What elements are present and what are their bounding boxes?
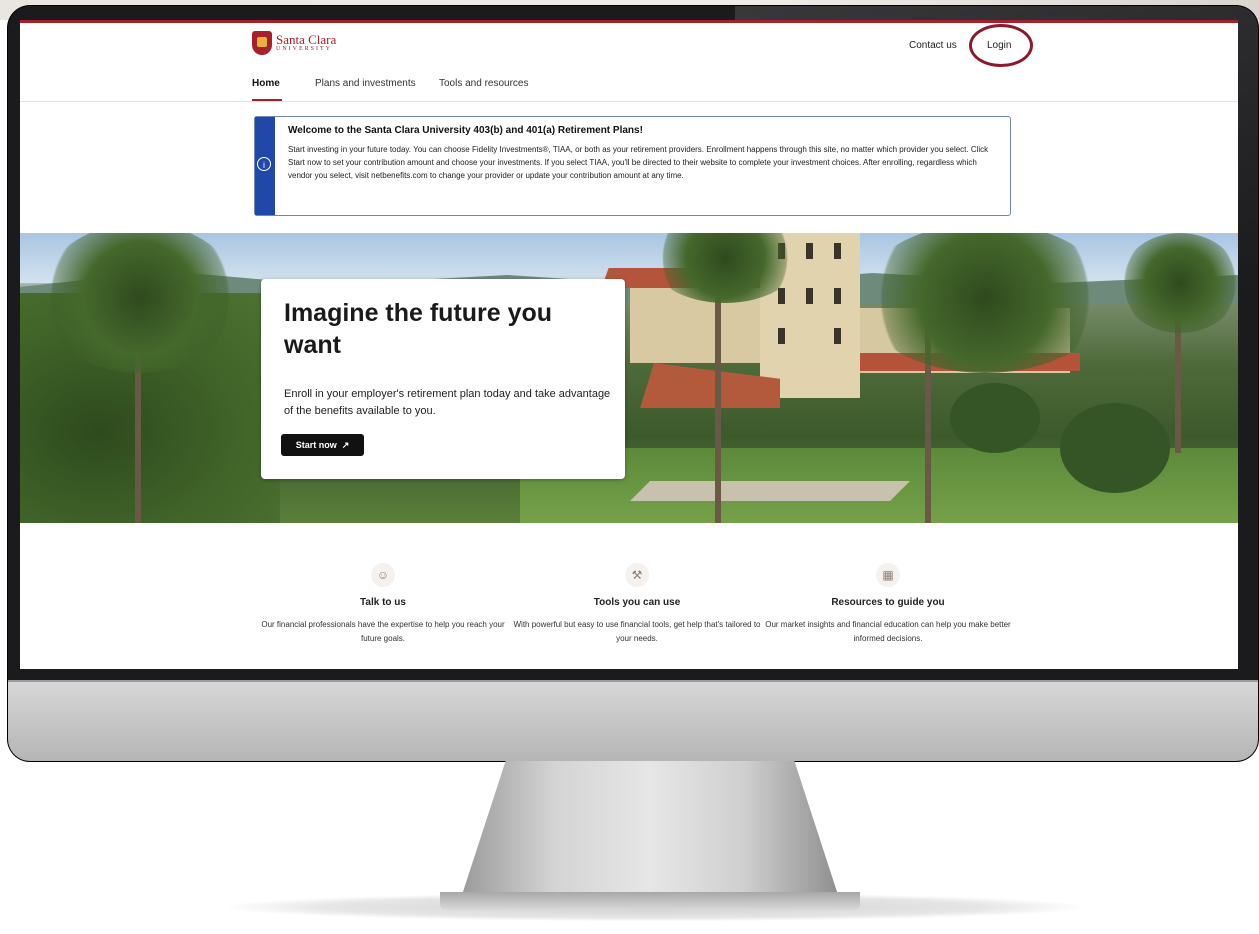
feature-title: Tools you can use bbox=[593, 597, 681, 608]
hero-banner: Imagine the future you want Enroll in yo… bbox=[20, 233, 1238, 523]
palm-right bbox=[860, 233, 1110, 373]
tools-icon: ⚒ bbox=[625, 563, 649, 587]
info-icon: i bbox=[257, 157, 271, 171]
foreground-roof bbox=[640, 363, 780, 408]
logo-subtext: UNIVERSITY bbox=[276, 46, 332, 52]
site-header: Santa Clara UNIVERSITY Contact us Login … bbox=[20, 23, 1238, 102]
feature-tools: ⚒ Tools you can use With powerful but ea… bbox=[512, 563, 762, 646]
welcome-notice: i Welcome to the Santa Clara University … bbox=[254, 116, 1011, 216]
feature-description: Our market insights and financial educat… bbox=[765, 620, 1011, 643]
contact-us-link[interactable]: Contact us bbox=[909, 40, 957, 51]
start-now-label: Start now bbox=[295, 440, 337, 450]
browser-screen: Santa Clara UNIVERSITY Contact us Login … bbox=[20, 20, 1238, 669]
hero-bush bbox=[1060, 403, 1170, 493]
active-tab-indicator bbox=[252, 99, 282, 101]
notice-accent-bar: i bbox=[255, 117, 275, 215]
feature-resources: ▦ Resources to guide you Our market insi… bbox=[763, 563, 1013, 646]
tab-tools-and-resources[interactable]: Tools and resources bbox=[439, 78, 529, 89]
notice-body: Start investing in your future today. Yo… bbox=[288, 145, 989, 180]
monitor-chin-edge bbox=[8, 680, 1258, 682]
monitor-base bbox=[440, 892, 860, 910]
hero-title: Imagine the future you want bbox=[284, 299, 553, 359]
palm-far-right bbox=[1120, 233, 1238, 333]
tab-plans-and-investments[interactable]: Plans and investments bbox=[315, 78, 416, 89]
tab-home[interactable]: Home bbox=[252, 78, 280, 89]
feature-description: Our financial professionals have the exp… bbox=[261, 620, 505, 643]
login-highlight-circle bbox=[969, 24, 1033, 67]
notice-title: Welcome to the Santa Clara University 40… bbox=[288, 125, 643, 136]
monitor-chin bbox=[8, 680, 1258, 761]
university-shield-icon bbox=[252, 31, 272, 55]
hero-bush bbox=[950, 383, 1040, 453]
feature-talk-to-us: ☺ Talk to us Our financial professionals… bbox=[258, 563, 508, 646]
hero-subtitle: Enroll in your employer's retirement pla… bbox=[284, 388, 611, 417]
hero-card: Imagine the future you want Enroll in yo… bbox=[261, 279, 625, 479]
chat-person-icon: ☺ bbox=[371, 563, 395, 587]
map-icon: ▦ bbox=[876, 563, 900, 587]
feature-description: With powerful but easy to use financial … bbox=[513, 620, 761, 643]
feature-title: Resources to guide you bbox=[831, 597, 945, 608]
monitor-stand bbox=[460, 761, 840, 901]
hero-path bbox=[630, 481, 910, 501]
feature-title: Talk to us bbox=[360, 597, 406, 608]
external-link-icon: ↗ bbox=[341, 439, 350, 450]
start-now-button[interactable]: Start now ↗ bbox=[281, 434, 364, 456]
